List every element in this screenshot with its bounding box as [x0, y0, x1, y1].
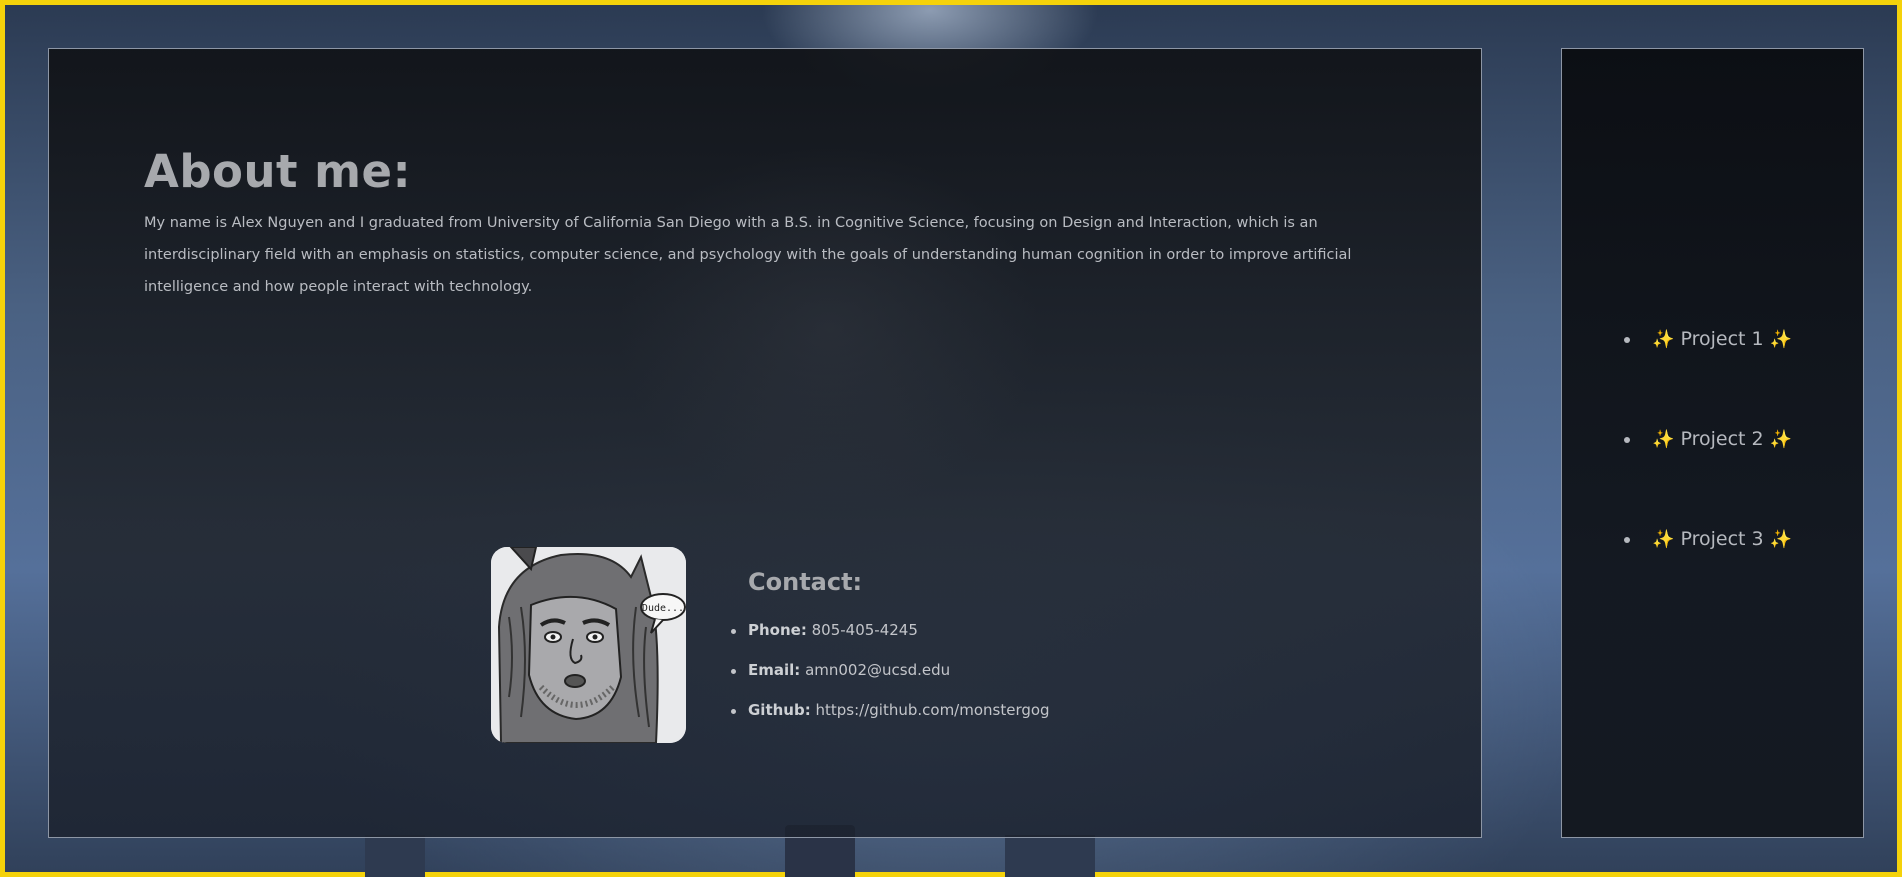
project-link-2[interactable]: ✨ Project 2 ✨ — [1623, 428, 1793, 528]
contact-label: Phone: — [748, 621, 807, 639]
background-ruin — [1005, 835, 1095, 877]
background-ruin — [365, 835, 425, 877]
sparkle-icon: ✨ — [1769, 529, 1793, 550]
project-label: Project 2 — [1680, 428, 1764, 450]
contact-value: amn002@ucsd.edu — [805, 661, 951, 679]
contact-title: Contact: — [748, 568, 863, 596]
sparkle-icon: ✨ — [1652, 529, 1675, 550]
contact-item-phone: Phone: 805-405-4245 — [731, 621, 1050, 661]
sparkle-icon: ✨ — [1652, 429, 1675, 450]
project-link-3[interactable]: ✨ Project 3 ✨ — [1623, 528, 1793, 628]
contact-item-github: Github: https://github.com/monstergog — [731, 701, 1050, 741]
about-description: My name is Alex Nguyen and I graduated f… — [144, 215, 1352, 295]
contact-value: 805-405-4245 — [811, 621, 918, 639]
about-title: About me: — [144, 145, 412, 198]
contact-label: Email: — [748, 661, 801, 679]
project-label: Project 3 — [1680, 528, 1764, 550]
sparkle-icon: ✨ — [1652, 329, 1675, 350]
contact-value: https://github.com/monstergog — [815, 701, 1050, 719]
project-label: Project 1 — [1680, 328, 1764, 350]
page: { "about": { "title": "About me:", "text… — [0, 0, 1902, 877]
contact-label: Github: — [748, 701, 811, 719]
avatar-speech-text: Dude... — [642, 603, 684, 614]
sparkle-icon: ✨ — [1769, 429, 1793, 450]
project-link-1[interactable]: ✨ Project 1 ✨ — [1623, 328, 1793, 428]
avatar-drawing: Dude... — [491, 547, 686, 743]
about-panel: About me: My name is Alex Nguyen and I g… — [48, 48, 1482, 838]
contact-list: Phone: 805-405-4245 Email: amn002@ucsd.e… — [731, 621, 1050, 741]
contact-item-email: Email: amn002@ucsd.edu — [731, 661, 1050, 701]
sparkle-icon: ✨ — [1769, 329, 1793, 350]
avatar: Dude... — [491, 547, 686, 743]
project-list: ✨ Project 1 ✨ ✨ Project 2 ✨ ✨ Project 3 … — [1623, 328, 1793, 628]
projects-sidebar: ✨ Project 1 ✨ ✨ Project 2 ✨ ✨ Project 3 … — [1561, 48, 1864, 838]
